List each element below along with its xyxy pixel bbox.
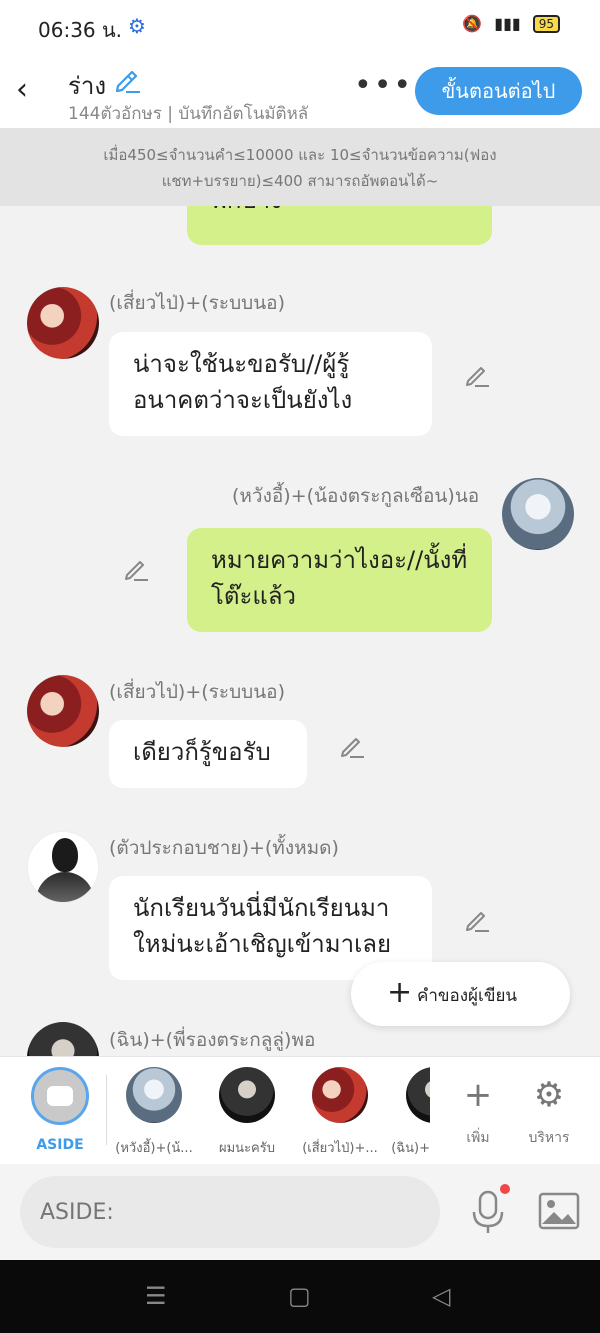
sender-name: (ตัวประกอบชาย)+(ทั้งหมด): [109, 837, 339, 859]
sender-name: (ฉิน)+(พี่รองตระกลูลู่)พอ: [109, 1029, 316, 1051]
microphone-icon[interactable]: [470, 1188, 506, 1236]
character-item[interactable]: (หวังอี้)+(น้...: [110, 1067, 198, 1158]
edit-message-pencil-icon[interactable]: [463, 906, 491, 934]
author-note-button[interactable]: + คำของผู้เขียน: [351, 962, 570, 1026]
message-bubble[interactable]: เดียวก็รู้ขอรับ: [109, 720, 307, 788]
character-item[interactable]: (ฉิน)+: [382, 1067, 430, 1158]
message-input[interactable]: [20, 1176, 440, 1248]
silhouette-head: [52, 838, 78, 872]
character-avatar[interactable]: [27, 1022, 99, 1056]
character-avatar[interactable]: [502, 478, 574, 550]
message-text: น่าจะใช้นะขอรับ//ผู้รู้อนาคตว่าจะเป็นยัง…: [133, 350, 353, 414]
character-item[interactable]: (เสี่ยวไป่)+...: [296, 1067, 384, 1158]
character-label: ASIDE: [36, 1137, 84, 1153]
back-nav-icon[interactable]: ◁: [432, 1282, 450, 1310]
character-avatar: [219, 1067, 275, 1123]
edit-message-pencil-icon[interactable]: [338, 732, 366, 760]
character-avatar[interactable]: [27, 287, 99, 359]
silhouette-body: [36, 872, 94, 902]
more-options-icon[interactable]: •••: [354, 71, 413, 101]
edit-message-pencil-icon[interactable]: [463, 361, 491, 389]
next-step-button[interactable]: ขั้นตอนต่อไป: [415, 67, 582, 115]
message-bubble[interactable]: น่าจะใช้นะขอรับ//ผู้รู้อนาคตว่าจะเป็นยัง…: [109, 332, 432, 436]
chat-area[interactable]: พักบ้าง (เสี่ยวไป่)+(ระบบนอ) น่าจะใช้นะข…: [0, 128, 600, 1056]
battery-icon: 95: [532, 14, 560, 33]
input-bar: [0, 1164, 600, 1260]
sender-name: (เสี่ยวไป่)+(ระบบนอ): [109, 681, 286, 703]
back-chevron-icon[interactable]: ‹: [16, 72, 40, 108]
status-icons: 🔕 ▮▮▮ 95: [462, 14, 560, 33]
system-navigation-bar: ☰ ▢ ◁: [0, 1260, 600, 1333]
manage-characters-button[interactable]: ⚙ บริหาร: [505, 1067, 593, 1149]
aside-icon: [31, 1067, 89, 1125]
character-avatar: [406, 1067, 430, 1123]
gear-icon: ⚙: [533, 1075, 565, 1115]
app-header: ‹ ร่าง 144ตัวอักษร | บันทึกอัตโนมัติหลั …: [0, 52, 600, 128]
character-aside[interactable]: ASIDE: [16, 1067, 104, 1153]
edit-title-pencil-icon[interactable]: [112, 64, 142, 94]
status-time: 06:36 น.: [38, 18, 123, 42]
character-label: (เสี่ยวไป่)+...: [302, 1141, 378, 1156]
divider: [106, 1075, 107, 1145]
character-avatar[interactable]: [27, 831, 99, 903]
sender-name: (หวังอี้)+(น้องตระกูลเซือน)นอ: [232, 485, 480, 507]
publish-requirement-notice: เมื่อ450≤จำนวนคำ≤10000 และ 10≤จำนวนข้อคว…: [0, 128, 600, 206]
message-bubble[interactable]: หมายความว่าไงอะ//นั้งที่โต๊ะแล้ว: [187, 528, 492, 632]
character-label: ผมนะครับ: [219, 1141, 275, 1156]
menu-nav-icon[interactable]: ☰: [145, 1282, 167, 1310]
status-bar: 06:36 น. ⚙ 🔕 ▮▮▮ 95: [0, 0, 600, 52]
character-avatar: [312, 1067, 368, 1123]
character-selector-bar: ASIDE (หวังอี้)+(น้... ผมนะครับ (เสี่ยวไ…: [0, 1056, 600, 1164]
character-avatar[interactable]: [27, 675, 99, 747]
notification-dot: [500, 1184, 510, 1194]
image-icon[interactable]: [538, 1192, 580, 1230]
plus-icon: +: [387, 975, 413, 1010]
settings-gear-icon: ⚙: [128, 14, 146, 38]
character-label: (ฉิน)+: [391, 1141, 430, 1156]
character-item[interactable]: ผมนะครับ: [203, 1067, 291, 1158]
message-text: เดียวก็รู้ขอรับ: [133, 738, 271, 766]
character-avatar: [126, 1067, 182, 1123]
message-text: นักเรียนวันนี่มีนักเรียนมาใหม่นะเอ้าเชิญ…: [133, 894, 392, 958]
edit-message-pencil-icon[interactable]: [122, 555, 150, 583]
sender-name: (เสี่ยวไป่)+(ระบบนอ): [109, 292, 286, 314]
draft-subtitle: 144ตัวอักษร | บันทึกอัตโนมัติหลั: [68, 104, 309, 124]
message-text: หมายความว่าไงอะ//นั้งที่โต๊ะแล้ว: [211, 546, 468, 610]
signal-icon: ▮▮▮: [494, 14, 521, 33]
manage-label: บริหาร: [528, 1130, 570, 1146]
character-label: (หวังอี้)+(น้...: [115, 1141, 193, 1156]
mute-icon: 🔕: [462, 14, 483, 33]
home-nav-icon[interactable]: ▢: [288, 1282, 311, 1310]
author-note-label: คำของผู้เขียน: [417, 986, 518, 1006]
